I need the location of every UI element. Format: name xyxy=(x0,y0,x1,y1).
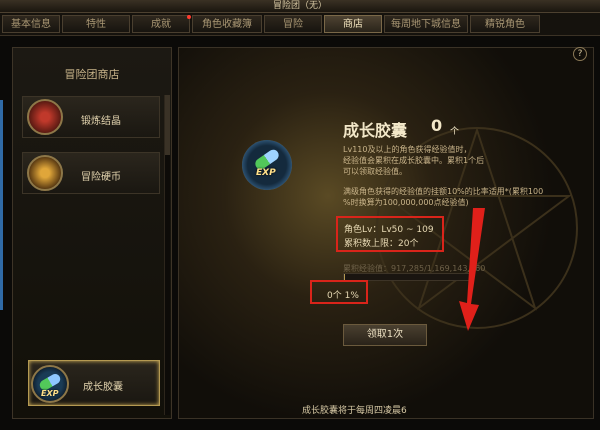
capsule-count-unit: 个 xyxy=(450,127,460,137)
shop-title: 冒险团商店 xyxy=(64,68,120,81)
shop-item-label: 冒险硬币 xyxy=(81,172,121,183)
progress-percent: 0个 1% xyxy=(327,291,359,301)
shop-item-crystal[interactable]: 锻炼结晶 xyxy=(22,96,160,138)
accumulation-limit: 累积数上限：20个 xyxy=(344,239,419,249)
description-line: Lv110及以上的角色获得经验值时， xyxy=(343,145,472,154)
tab-adventure[interactable]: 冒险 xyxy=(264,15,322,33)
shop-item-label: 成长胶囊 xyxy=(83,382,123,393)
side-accent-bar xyxy=(0,100,3,310)
tab-basic-info[interactable]: 基本信息 xyxy=(2,15,60,33)
tab-weekly-dungeon[interactable]: 每周地下城信息 xyxy=(384,15,468,33)
description-line: %时换算为100,000,000点经验值) xyxy=(343,198,469,207)
window-title: 冒险团（无） xyxy=(272,1,327,11)
window-titlebar: 冒险团（无） xyxy=(0,0,600,13)
sidebar-scrollbar[interactable] xyxy=(164,95,170,415)
tab-achievements[interactable]: 成就 xyxy=(132,15,190,33)
growth-capsule-icon: EXP xyxy=(242,140,292,190)
coin-chest-icon xyxy=(27,155,63,191)
tab-bar: 基本信息 特性 成就 角色收藏簿 冒险 商店 每周地下城信息 精锐角色 xyxy=(0,13,600,36)
help-button[interactable]: ? xyxy=(573,47,587,61)
tab-traits[interactable]: 特性 xyxy=(62,15,130,33)
notification-dot xyxy=(187,15,191,19)
level-range: 角色Lv：Lv50 ~ 109 xyxy=(344,225,434,235)
exp-capsule-icon: EXP xyxy=(31,365,69,403)
shop-item-coin[interactable]: 冒险硬币 xyxy=(22,152,160,194)
claim-button[interactable]: 领取1次 xyxy=(343,324,427,346)
description-line: 可以领取经验值。 xyxy=(343,167,407,176)
tab-shop[interactable]: 商店 xyxy=(324,15,382,33)
shop-item-label: 锻炼结晶 xyxy=(81,116,121,127)
scroll-thumb[interactable] xyxy=(165,95,170,155)
crystal-icon xyxy=(27,99,63,135)
exp-badge: EXP xyxy=(256,168,276,178)
description-line: 满级角色获得的经验值的挂额10%的比率适用*(累积100 xyxy=(343,187,544,196)
capsule-count: 0 xyxy=(431,116,443,135)
description-line: 经验值会累积在成长胶囊中。累积1个后 xyxy=(343,156,485,165)
shop-item-growth-capsule[interactable]: EXP 成长胶囊 xyxy=(28,360,160,406)
exp-badge: EXP xyxy=(41,389,59,398)
reset-notice: 成长胶囊将于每周四凌晨6 xyxy=(302,406,407,416)
tab-character-collection[interactable]: 角色收藏簿 xyxy=(192,15,262,33)
item-title: 成长胶囊 xyxy=(343,121,408,140)
red-arrow-annotation xyxy=(459,208,485,331)
tab-elite-character[interactable]: 精锐角色 xyxy=(470,15,540,33)
